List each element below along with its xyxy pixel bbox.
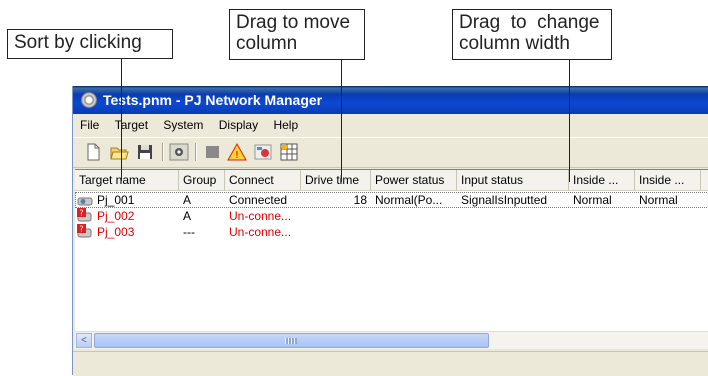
leader-line-sort [121, 59, 122, 181]
cell-group: A [183, 193, 192, 207]
settings-icon[interactable] [253, 142, 273, 162]
menu-file[interactable]: File [80, 118, 99, 132]
callout-sort-text: Sort by clicking [14, 32, 142, 53]
projector-icon [77, 197, 93, 206]
window-title: Tests.pnm - PJ Network Manager [103, 92, 323, 108]
table-row[interactable]: Pj_001 A Connected 18 Normal(Po... Signa… [75, 192, 708, 208]
scroll-thumb[interactable] [94, 333, 489, 348]
toolbar: ! [73, 137, 708, 168]
column-header-inside-1[interactable]: Inside ... [569, 170, 635, 190]
leader-line-move [341, 60, 342, 182]
title-bar[interactable]: Tests.pnm - PJ Network Manager [73, 86, 708, 114]
horizontal-scrollbar[interactable]: < [75, 331, 708, 349]
callout-move-line1: Drag to move [236, 12, 351, 33]
cell-group: A [183, 209, 192, 223]
menu-bar: File Target System Display Help [73, 114, 708, 136]
column-header-input-status[interactable]: Input status [457, 170, 569, 190]
column-header-connect[interactable]: Connect [225, 170, 301, 190]
callout-drag-to-change-width: Drag to change column width [452, 9, 612, 60]
target-list[interactable]: Target name Group Connect Drive time Pow… [75, 169, 708, 332]
menu-help[interactable]: Help [273, 118, 298, 132]
toolbar-separator [195, 143, 197, 161]
cell-power-status: Normal(Po... [375, 193, 443, 207]
svg-text:?: ? [79, 209, 83, 218]
callout-drag-to-move: Drag to move column [229, 9, 365, 60]
cell-group: --- [183, 225, 195, 239]
svg-text:!: ! [235, 150, 239, 161]
app-window: Tests.pnm - PJ Network Manager File Targ… [72, 86, 708, 376]
menu-target[interactable]: Target [115, 118, 148, 132]
grid-icon[interactable] [279, 142, 299, 162]
leader-line-width [569, 60, 570, 182]
cell-target-name: Pj_001 [97, 193, 135, 207]
cell-drive-time: 18 [353, 193, 367, 207]
table-row[interactable]: ? Pj_003 --- Un-conne... [75, 224, 708, 240]
column-header-target-name[interactable]: Target name [75, 170, 179, 190]
callout-move-line2: column [236, 33, 298, 54]
cell-input-status: SignalIsInputted [461, 193, 548, 207]
column-header-row: Target name Group Connect Drive time Pow… [75, 170, 708, 191]
cell-connect: Un-conne... [229, 209, 292, 223]
callout-width-line2: column width [459, 33, 570, 54]
table-row[interactable]: ? Pj_002 A Un-conne... [75, 208, 708, 224]
open-folder-icon[interactable] [109, 142, 129, 162]
cell-target-name: Pj_002 [97, 209, 135, 223]
column-header-power-status[interactable]: Power status [371, 170, 457, 190]
callout-width-line1: Drag to change [459, 12, 600, 33]
save-icon[interactable] [135, 142, 155, 162]
new-file-icon[interactable] [83, 142, 103, 162]
cell-connect: Un-conne... [229, 225, 292, 239]
scroll-grip-icon [285, 338, 297, 344]
toolbar-separator [162, 143, 164, 161]
cell-inside-1: Normal [573, 193, 612, 207]
warning-icon[interactable]: ! [227, 142, 247, 162]
svg-text:?: ? [79, 225, 83, 234]
status-bar [73, 351, 708, 376]
column-header-group[interactable]: Group [179, 170, 225, 190]
scroll-left-button[interactable]: < [76, 333, 92, 348]
cell-inside-2: Normal [639, 193, 678, 207]
monitor-icon[interactable] [169, 142, 189, 162]
menu-display[interactable]: Display [219, 118, 258, 132]
callout-sort-by-clicking: Sort by clicking [7, 29, 173, 59]
menu-system[interactable]: System [163, 118, 203, 132]
column-header-inside-2[interactable]: Inside ... [635, 170, 701, 190]
cell-connect: Connected [229, 193, 288, 207]
column-header-drive-time[interactable]: Drive time [301, 170, 371, 190]
stop-icon[interactable] [203, 142, 223, 162]
error-projector-icon: ? [77, 224, 92, 238]
app-eye-icon[interactable] [81, 92, 97, 108]
error-projector-icon: ? [77, 208, 92, 222]
cell-target-name: Pj_003 [97, 225, 135, 239]
